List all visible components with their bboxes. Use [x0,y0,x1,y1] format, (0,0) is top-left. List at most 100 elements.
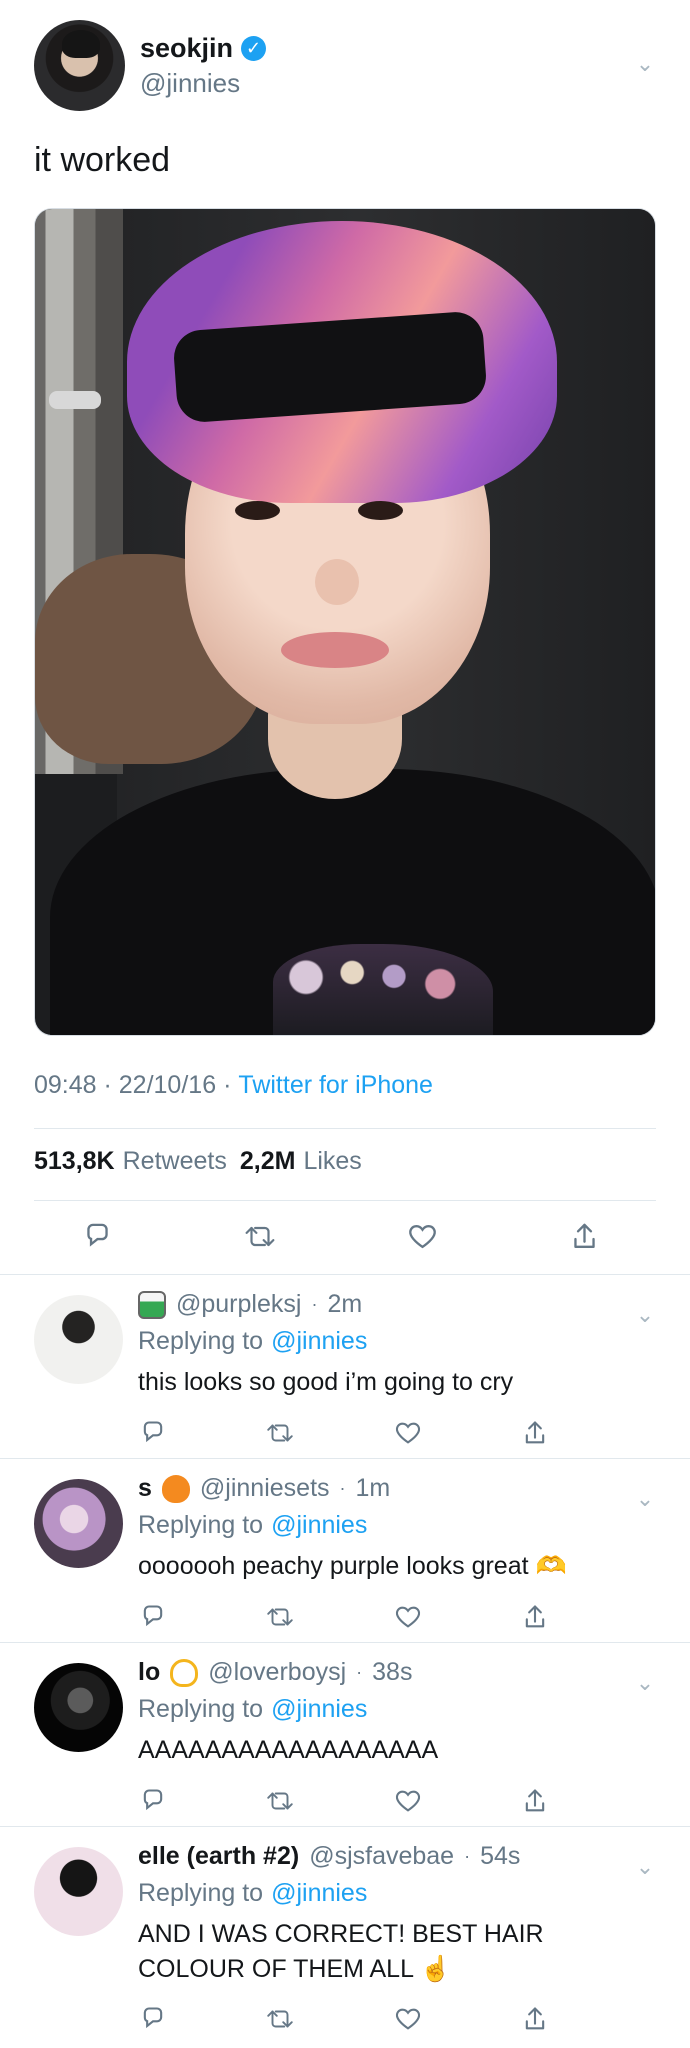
main-avatar[interactable] [34,20,125,111]
main-tweet-actions [80,1218,602,1254]
reply-icon[interactable] [138,1418,168,1448]
main-tweet: seokjin ✓ @jinnies ⌄ it worked 09:48 · 2… [0,0,690,1274]
reply-time-separator: · [311,1294,318,1314]
reply-tweet[interactable]: s @jinniesets · 1m ⌄ Replying to @jinnies… [0,1459,690,1644]
stats-bottom-divider [34,1200,656,1201]
chevron-down-icon[interactable]: ⌄ [633,1303,657,1327]
reply-icon[interactable] [138,1786,168,1816]
likes-label[interactable]: Likes [303,1147,361,1176]
chevron-down-icon[interactable]: ⌄ [633,1671,657,1695]
tweet-text: it worked [34,141,171,179]
retweet-icon[interactable] [265,1602,295,1632]
reply-time[interactable]: 54s [480,1842,520,1871]
like-heart-icon[interactable] [393,2004,423,2034]
reply-icon[interactable] [138,1602,168,1632]
photo-right-eye [358,501,403,520]
like-heart-icon[interactable] [393,1786,423,1816]
reply-tweet[interactable]: elle (earth #2) @sjsfavebae · 54s ⌄ Repl… [0,1827,690,2048]
tweet-photo[interactable] [34,208,656,1036]
reply-time-separator: · [339,1478,346,1498]
main-author[interactable]: seokjin ✓ [140,33,267,64]
reply-icon[interactable] [138,2004,168,2034]
reply-time-separator: · [356,1662,363,1682]
replying-to: Replying to @jinnies [138,1879,367,1908]
reply-mention[interactable]: @jinnies [271,1879,367,1908]
reply-display-name[interactable]: elle (earth #2) [138,1842,299,1871]
tweet-source-link[interactable]: Twitter for iPhone [238,1071,433,1100]
photo-left-eye [235,501,280,520]
retweets-label[interactable]: Retweets [123,1147,227,1176]
chevron-down-icon[interactable]: ⌄ [633,1487,657,1511]
stats-top-divider [34,1128,656,1129]
reply-avatar[interactable] [34,1295,123,1384]
replying-label: Replying to [138,1879,264,1907]
verified-badge-icon: ✓ [241,36,267,61]
reply-text: this looks so good i’m going to cry [138,1368,514,1396]
reply-actions [138,1785,550,1817]
replying-label: Replying to [138,1695,264,1723]
like-heart-icon[interactable] [393,1602,423,1632]
reply-icon[interactable] [80,1219,114,1253]
main-display-name[interactable]: seokjin [140,33,233,64]
retweet-count[interactable]: 513,8K [34,1147,115,1176]
retweet-icon[interactable] [265,1786,295,1816]
share-icon[interactable] [568,1219,602,1253]
replying-label: Replying to [138,1327,264,1355]
reply-header: s @jinniesets · 1m [138,1474,390,1503]
share-icon[interactable] [520,2004,550,2034]
chevron-down-icon[interactable]: ⌄ [633,52,657,76]
reply-mention[interactable]: @jinnies [271,1511,367,1540]
tweet-metadata: 09:48 · 22/10/16 · Twitter for iPhone [34,1071,433,1100]
juice-box-emoji [138,1290,166,1319]
share-icon[interactable] [520,1418,550,1448]
retweet-icon[interactable] [265,2004,295,2034]
reply-avatar[interactable] [34,1847,123,1936]
replying-to: Replying to @jinnies [138,1695,367,1724]
reply-header: @purpleksj · 2m [138,1290,362,1319]
reply-mention[interactable]: @jinnies [271,1695,367,1724]
reply-mention[interactable]: @jinnies [271,1327,367,1356]
tweet-timestamp: 09:48 · 22/10/16 [34,1071,217,1099]
reply-tweet[interactable]: lo @loverboysj · 38s ⌄ Replying to @jinni… [0,1643,690,1828]
photo-lips [281,632,389,668]
reply-avatar[interactable] [34,1663,123,1752]
share-icon[interactable] [520,1602,550,1632]
heart-hands-emoji [170,1658,199,1687]
reply-time[interactable]: 2m [327,1290,362,1319]
reply-time-separator: · [464,1846,471,1866]
door-handle [49,391,101,409]
share-icon[interactable] [520,1786,550,1816]
photo-shirt-print [273,944,493,1035]
orange-heart-emoji [161,1474,190,1503]
reply-time[interactable]: 1m [356,1474,391,1503]
retweet-icon[interactable] [243,1219,277,1253]
reply-display-name[interactable]: s [138,1474,152,1503]
metadata-separator: · [223,1071,232,1099]
main-handle[interactable]: @jinnies [140,68,240,99]
like-heart-icon[interactable] [393,1418,423,1448]
reply-actions [138,2003,550,2035]
reply-tweet[interactable]: @purpleksj · 2m ⌄ Replying to @jinnies th… [0,1275,690,1460]
reply-header: lo @loverboysj · 38s [138,1658,412,1687]
reply-text: AAAAAAAAAAAAAAAAAA [138,1736,439,1764]
reply-handle[interactable]: @jinniesets [200,1474,330,1503]
reply-actions [138,1601,550,1633]
reply-handle[interactable]: @sjsfavebae [309,1842,454,1871]
reply-text: ooooooh peachy purple looks great 🫶 [138,1552,567,1580]
replying-label: Replying to [138,1511,264,1539]
tweet-stats: 513,8K Retweets 2,2M Likes [34,1147,362,1176]
replying-to: Replying to @jinnies [138,1327,367,1356]
photo-nose [315,559,359,605]
reply-display-name[interactable]: lo [138,1658,160,1687]
replying-to: Replying to @jinnies [138,1511,367,1540]
reply-handle[interactable]: @purpleksj [176,1290,301,1319]
reply-handle[interactable]: @loverboysj [208,1658,346,1687]
reply-actions [138,1417,550,1449]
reply-header: elle (earth #2) @sjsfavebae · 54s [138,1842,520,1871]
like-count[interactable]: 2,2M [240,1147,296,1176]
like-heart-icon[interactable] [405,1219,439,1253]
retweet-icon[interactable] [265,1418,295,1448]
chevron-down-icon[interactable]: ⌄ [633,1855,657,1879]
reply-avatar[interactable] [34,1479,123,1568]
reply-time[interactable]: 38s [372,1658,412,1687]
